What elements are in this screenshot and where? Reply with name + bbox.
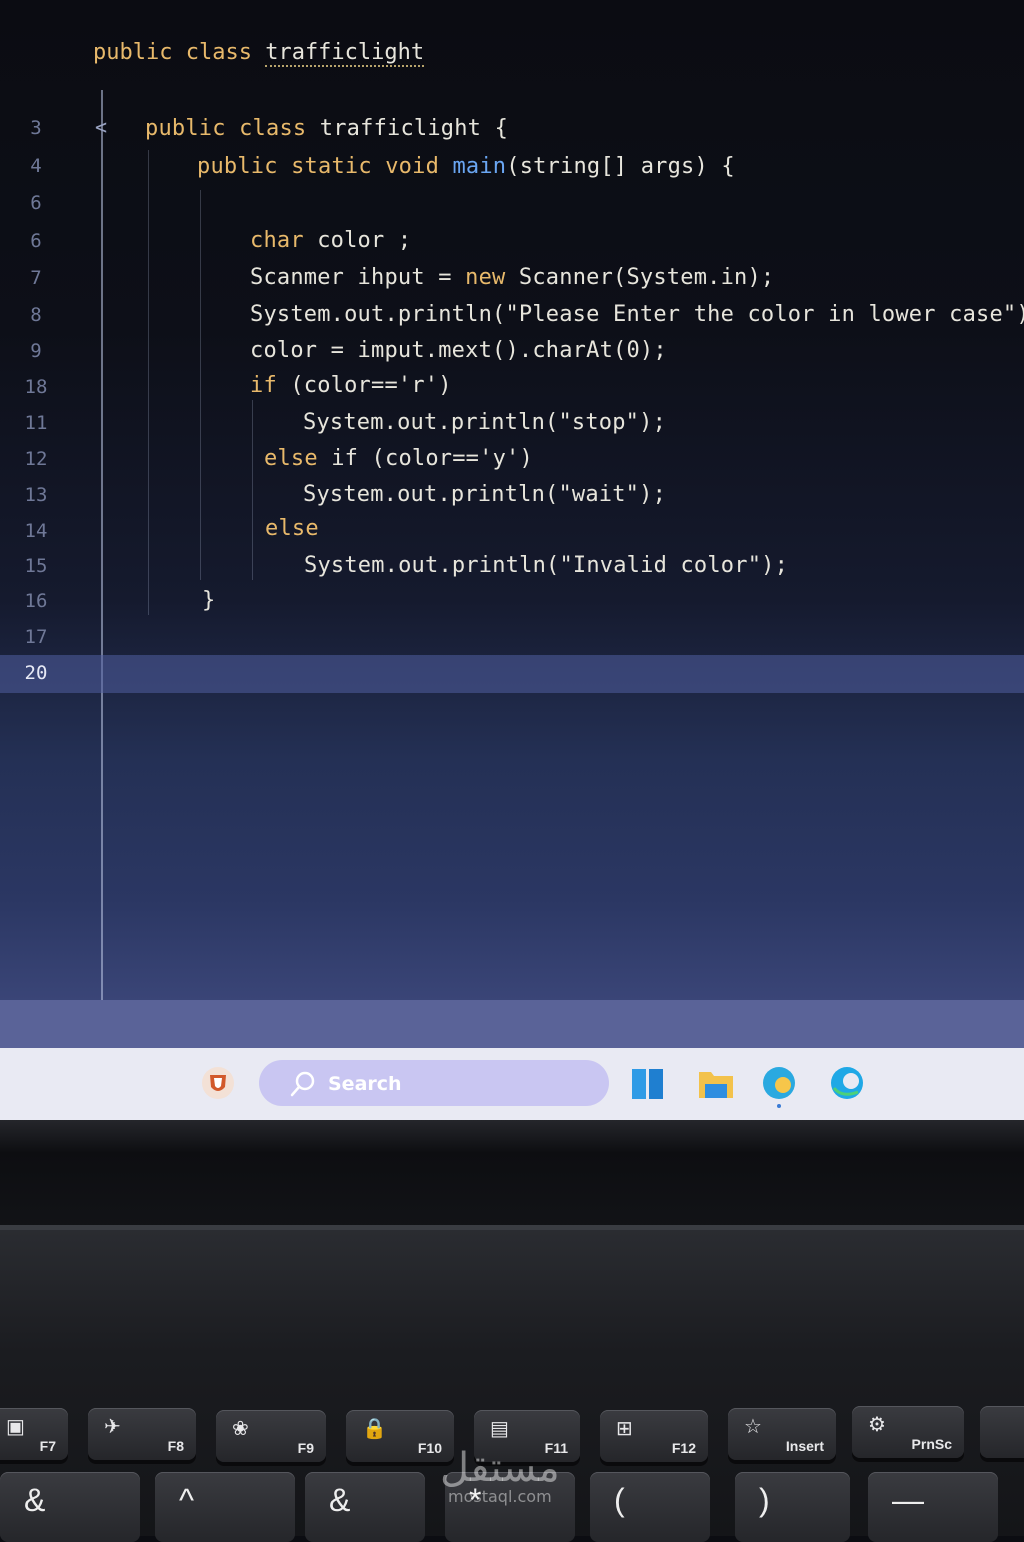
- code-line[interactable]: System.out.println("Invalid color");: [304, 553, 788, 578]
- laptop-screen: public class trafficlight < 3 4 6 6 7 8 …: [0, 0, 1024, 1050]
- fold-marker-icon[interactable]: <: [95, 115, 107, 139]
- search-icon: [290, 1071, 315, 1097]
- line-number: 3: [30, 117, 42, 139]
- key-f10[interactable]: 🔒 F10: [346, 1410, 454, 1462]
- line-number: 17: [24, 626, 48, 648]
- line-number: 18: [24, 376, 48, 398]
- code-line[interactable]: }: [202, 588, 215, 613]
- laptop-bezel: [0, 1120, 1024, 1230]
- code-line[interactable]: if (color=='r'): [250, 373, 452, 398]
- code-line[interactable]: public static void main(string[] args) {: [197, 154, 735, 179]
- code-line[interactable]: else: [265, 516, 319, 541]
- code-line[interactable]: public class trafficlight {: [145, 116, 508, 141]
- line-number: 6: [30, 192, 42, 214]
- key-ampersand-2[interactable]: &: [305, 1472, 425, 1542]
- windows-start-icon[interactable]: [630, 1066, 666, 1102]
- edge-icon[interactable]: [828, 1064, 866, 1102]
- line-number: 14: [24, 520, 48, 542]
- code-line[interactable]: System.out.println("wait");: [303, 482, 666, 507]
- line-number: 4: [30, 155, 42, 177]
- line-number-current: 20: [24, 662, 48, 684]
- line-number: 8: [30, 304, 42, 326]
- editor-title: public class trafficlight: [93, 40, 425, 67]
- key-caret[interactable]: ^: [155, 1472, 295, 1542]
- key-f7[interactable]: ▣ F7: [0, 1408, 68, 1460]
- key-dash[interactable]: —: [868, 1472, 998, 1542]
- key-f12[interactable]: ⊞ F12: [600, 1410, 708, 1462]
- star-icon: ☆: [744, 1416, 762, 1438]
- watermark-latin: mostaql.com: [448, 1487, 552, 1506]
- key-insert[interactable]: ☆ Insert: [728, 1408, 836, 1460]
- line-number: 7: [30, 267, 42, 289]
- line-number: 13: [24, 484, 48, 506]
- grid-icon: ⊞: [616, 1418, 633, 1440]
- key-next[interactable]: [980, 1406, 1024, 1458]
- lock-icon: 🔒: [362, 1418, 387, 1440]
- edge-canary-icon[interactable]: [760, 1064, 798, 1110]
- line-number: 11: [24, 412, 48, 434]
- code-line[interactable]: Scanmer ihput = new Scanner(System.in);: [250, 265, 774, 290]
- f7-glyph-icon: ▣: [6, 1416, 25, 1438]
- key-close-paren[interactable]: ): [735, 1472, 850, 1542]
- search-label: Search: [328, 1073, 402, 1095]
- key-f9[interactable]: ❀ F9: [216, 1410, 326, 1462]
- code-line[interactable]: System.out.println("stop");: [303, 410, 666, 435]
- taskbar-search-box[interactable]: [259, 1060, 609, 1106]
- key-open-paren[interactable]: (: [590, 1472, 710, 1542]
- indent-guide: [252, 400, 253, 580]
- indent-guide: [200, 190, 201, 580]
- line-number: 6: [30, 230, 42, 252]
- code-line[interactable]: char color ;: [250, 228, 411, 253]
- line-number: 12: [24, 448, 48, 470]
- line-number: 16: [24, 590, 48, 612]
- line-number: 9: [30, 340, 42, 362]
- watermark: مستقل mostaql.com: [440, 1445, 560, 1506]
- gutter-divider: [101, 90, 103, 1005]
- current-line-highlight: [0, 655, 1024, 693]
- gear-icon: ⚙: [868, 1414, 886, 1436]
- screen-bottom-strip: [0, 1000, 1024, 1048]
- key-ampersand[interactable]: &: [0, 1472, 140, 1542]
- line-number: 15: [24, 555, 48, 577]
- watermark-arabic: مستقل: [440, 1445, 560, 1491]
- code-line[interactable]: else if (color=='y'): [264, 446, 533, 471]
- security-app-icon[interactable]: [200, 1065, 236, 1101]
- code-line[interactable]: color = imput.mext().charAt(0);: [250, 338, 667, 363]
- code-line[interactable]: System.out.println("Please Enter the col…: [250, 302, 1024, 327]
- file-explorer-icon[interactable]: [697, 1066, 735, 1102]
- key-prnsc[interactable]: ⚙ PrnSc: [852, 1406, 964, 1458]
- indent-guide: [148, 150, 149, 615]
- keyboard-icon: ▤: [490, 1418, 509, 1440]
- f9-glyph-icon: ❀: [232, 1418, 249, 1440]
- key-f8[interactable]: ✈ F8: [88, 1408, 196, 1460]
- airplane-icon: ✈: [104, 1416, 121, 1438]
